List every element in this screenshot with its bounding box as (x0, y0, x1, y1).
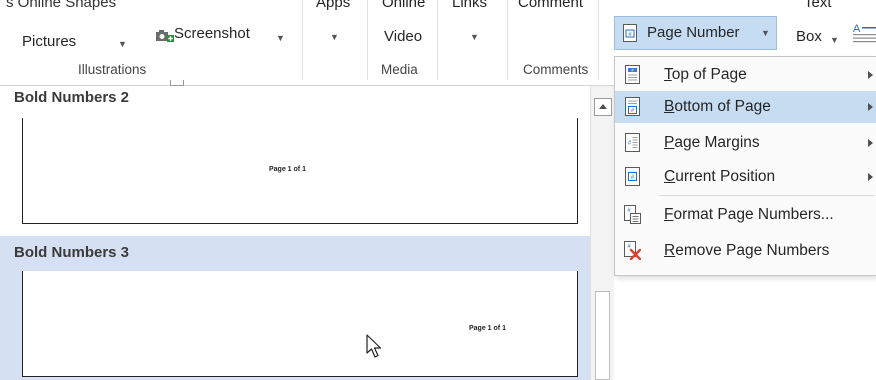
menu-item-format-page-numbers[interactable]: # Format Page Numbers... (615, 199, 876, 231)
scroll-up-button[interactable] (594, 98, 612, 116)
gallery-item-bold-numbers-3[interactable]: Bold Numbers 3 Page 1 of 1 (0, 236, 590, 380)
ribbon-separator (437, 0, 438, 80)
apps-label: Apps (316, 0, 351, 11)
current-position-icon: # (625, 167, 640, 186)
group-label-illustrations: Illustrations (78, 62, 147, 77)
box-label: Box (796, 28, 822, 45)
gallery-scrollbar[interactable] (590, 86, 614, 380)
page-number-preview-text: Page 1 of 1 (469, 325, 506, 332)
submenu-arrow-icon (868, 103, 873, 111)
gallery-item-bold-numbers-2[interactable]: Bold Numbers 2 Page 1 of 1 (0, 86, 590, 226)
menu-item-label: Top of Page (664, 66, 747, 83)
online-video-button[interactable]: Online Video (372, 0, 442, 56)
ribbon-separator (302, 0, 303, 80)
menu-item-bottom-of-page[interactable]: # Bottom of Page (615, 91, 876, 123)
page-number-icon: # (623, 24, 637, 42)
comment-label: Comment (518, 0, 584, 11)
gallery-item-title: Bold Numbers 3 (0, 236, 590, 271)
scrollbar-thumb[interactable] (595, 291, 610, 380)
screenshot-dropdown-icon: ▼ (276, 33, 285, 43)
text-box-button[interactable]: Text Box ▼ (790, 0, 846, 50)
links-dropdown-icon: ▼ (470, 32, 479, 42)
bottom-of-page-icon: # (625, 97, 640, 116)
page-number-button[interactable]: # Page Number ▼ (614, 16, 777, 50)
pictures-label: Pictures (22, 33, 77, 50)
video-label: Video (384, 28, 423, 45)
page-preview: Page 1 of 1 (22, 271, 578, 377)
comment-button[interactable]: Comment (512, 0, 598, 50)
links-button[interactable]: Links ▼ (442, 0, 504, 50)
menu-item-label: Remove Page Numbers (664, 242, 830, 259)
page-number-menu: # Top of Page # Bottom of Page # Page Ma… (614, 56, 876, 276)
apps-dropdown-icon: ▼ (330, 32, 339, 42)
ribbon-separator (598, 0, 599, 80)
menu-item-label: Current Position (664, 168, 776, 185)
apps-button[interactable]: Apps ▼ (310, 0, 362, 50)
online-label: Online (382, 0, 426, 11)
group-label-media: Media (381, 62, 418, 77)
submenu-arrow-icon (868, 71, 873, 79)
menu-item-label: Page Margins (664, 134, 760, 151)
submenu-arrow-icon (868, 139, 873, 147)
page-margins-icon: # (625, 133, 640, 152)
screenshot-button[interactable]: Screenshot ▼ (155, 22, 305, 46)
format-page-numbers-icon: # (624, 205, 641, 224)
page-number-dropdown-icon: ▼ (761, 28, 770, 38)
menu-item-page-margins[interactable]: # Page Margins (615, 127, 876, 159)
group-label-comments: Comments (523, 62, 589, 77)
screenshot-icon (156, 30, 174, 42)
menu-item-current-position[interactable]: # Current Position (615, 161, 876, 193)
submenu-arrow-icon (868, 173, 873, 181)
links-label: Links (452, 0, 488, 11)
top-of-page-icon: # (625, 65, 640, 84)
menu-item-label: Bottom of Page (664, 98, 771, 115)
mouse-cursor-icon (366, 334, 382, 358)
svg-text:A: A (853, 23, 861, 35)
ribbon-separator (507, 0, 508, 80)
quick-parts-icon[interactable]: A (851, 22, 876, 46)
shapes-dropdown-icon[interactable]: ▼ (118, 35, 127, 53)
remove-page-numbers-icon: # (624, 241, 641, 260)
ribbon-separator (367, 0, 368, 80)
screenshot-label: Screenshot (174, 25, 250, 42)
gallery-item-title: Bold Numbers 2 (14, 90, 130, 106)
page-preview: Page 1 of 1 (22, 118, 578, 224)
text-label: Text (804, 0, 832, 11)
menu-separator (659, 195, 875, 196)
page-number-gallery: Bold Numbers 2 Page 1 of 1 Bold Numbers … (0, 86, 614, 380)
menu-item-label: Format Page Numbers... (664, 206, 834, 223)
ribbon-cut-label: s Online Shapes (6, 0, 117, 11)
menu-item-remove-page-numbers[interactable]: # Remove Page Numbers (615, 235, 876, 267)
page-number-preview-text: Page 1 of 1 (269, 166, 306, 173)
menu-item-top-of-page[interactable]: # Top of Page (615, 59, 876, 91)
text-box-dropdown-icon: ▼ (830, 35, 839, 45)
page-number-label: Page Number (647, 24, 740, 41)
